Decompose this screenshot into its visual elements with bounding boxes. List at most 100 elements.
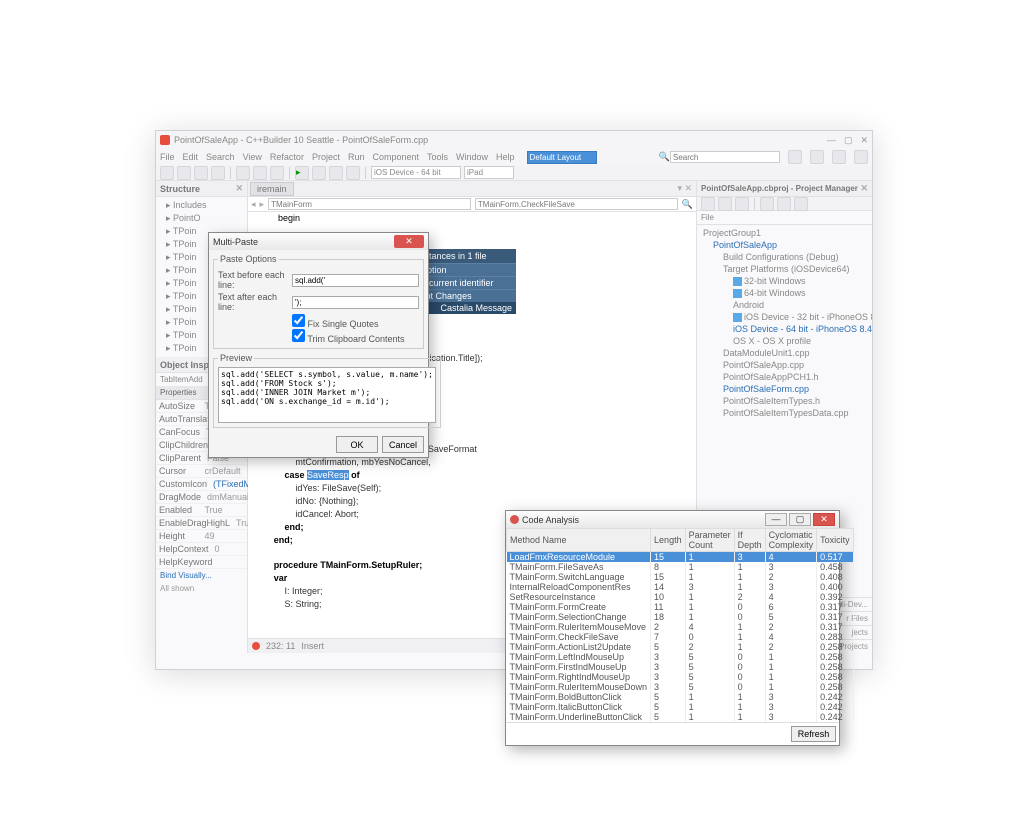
project-node[interactable]: 64-bit Windows: [699, 287, 870, 299]
nav-fwd-icon[interactable]: ▸: [260, 199, 265, 210]
menu-tools[interactable]: Tools: [427, 152, 448, 162]
ca-col-header[interactable]: Method Name: [507, 529, 651, 552]
pm-tb[interactable]: [794, 197, 808, 211]
menu-search[interactable]: Search: [206, 152, 235, 162]
ca-row[interactable]: TMainForm.FormCreate111060.317: [507, 602, 854, 612]
ca-col-header[interactable]: Cyclomatic Complexity: [765, 529, 817, 552]
project-node[interactable]: PointOfSaleItemTypes.h: [699, 395, 870, 407]
mp-cancel-button[interactable]: Cancel: [382, 436, 424, 453]
project-node[interactable]: DataModuleUnit1.cpp: [699, 347, 870, 359]
ca-min-button[interactable]: —: [765, 513, 787, 526]
ca-row[interactable]: TMainForm.BoldButtonClick51130.242: [507, 692, 854, 702]
ca-refresh-button[interactable]: Refresh: [791, 726, 836, 742]
mp-ok-button[interactable]: OK: [336, 436, 378, 453]
tb-btn[interactable]: [253, 166, 267, 180]
panel-close-icon[interactable]: ✕: [235, 183, 243, 194]
tb-btn[interactable]: [160, 166, 174, 180]
code-fold-begin[interactable]: begin: [278, 213, 300, 223]
project-node[interactable]: PointOfSaleAppPCH1.h: [699, 371, 870, 383]
max-button[interactable]: ▢: [844, 135, 853, 146]
ca-close-button[interactable]: ✕: [813, 513, 835, 526]
mp-fixquotes-check[interactable]: [292, 314, 305, 327]
ca-row[interactable]: LoadFmxResourceModule151340.517: [507, 552, 854, 563]
ca-row[interactable]: TMainForm.RulerItemMouseDown35010.258: [507, 682, 854, 692]
ca-table[interactable]: Method NameLengthParameter CountIf Depth…: [506, 528, 854, 722]
layout-combo[interactable]: Default Layout: [527, 151, 597, 164]
structure-node[interactable]: ▸ Includes: [158, 199, 245, 212]
prop-row[interactable]: EnabledTrue: [156, 504, 247, 517]
tab-dropdown-icon[interactable]: ▾ ✕: [677, 183, 696, 194]
tb-btn[interactable]: [312, 166, 326, 180]
ca-row[interactable]: TMainForm.RulerItemMouseMove24120.317: [507, 622, 854, 632]
mp-trim-check[interactable]: [292, 329, 305, 342]
tb-btn[interactable]: [177, 166, 191, 180]
toolbar-icon[interactable]: [832, 150, 846, 164]
ca-row[interactable]: TMainForm.UnderlineButtonClick51130.242: [507, 712, 854, 722]
bind-visually-link[interactable]: Bind Visually...: [156, 569, 247, 582]
pm-tb[interactable]: [777, 197, 791, 211]
mp-before-input[interactable]: [292, 274, 419, 287]
menu-view[interactable]: View: [243, 152, 262, 162]
menu-edit[interactable]: Edit: [183, 152, 199, 162]
project-tree[interactable]: ProjectGroup1PointOfSaleAppBuild Configu…: [697, 225, 872, 421]
ca-row[interactable]: TMainForm.SwitchLanguage151120.408: [507, 572, 854, 582]
project-node[interactable]: 32-bit Windows: [699, 275, 870, 287]
ca-row[interactable]: TMainForm.LeftIndMouseUp35010.258: [507, 652, 854, 662]
project-node[interactable]: Android: [699, 299, 870, 311]
tb-btn[interactable]: [270, 166, 284, 180]
project-node[interactable]: OS X - OS X profile: [699, 335, 870, 347]
tb-btn[interactable]: [329, 166, 343, 180]
ca-max-button[interactable]: ▢: [789, 513, 811, 526]
mp-preview[interactable]: sql.add('SELECT s.symbol, s.value, m.nam…: [218, 367, 436, 423]
nav-class[interactable]: TMainForm: [268, 198, 471, 210]
project-node[interactable]: iOS Device - 64 bit - iPhoneOS 8.4: [699, 323, 870, 335]
pm-tb[interactable]: [760, 197, 774, 211]
tb-btn[interactable]: [211, 166, 225, 180]
menu-refactor[interactable]: Refactor: [270, 152, 304, 162]
mp-after-input[interactable]: [292, 296, 419, 309]
ca-col-header[interactable]: Toxicity: [817, 529, 854, 552]
structure-node[interactable]: ▸ PointO: [158, 212, 245, 225]
ca-row[interactable]: TMainForm.FileSaveAs81130.458: [507, 562, 854, 572]
prop-row[interactable]: EnableDragHighLTrue: [156, 517, 247, 530]
ca-col-header[interactable]: Parameter Count: [685, 529, 734, 552]
platform-combo[interactable]: iOS Device - 64 bit: [371, 166, 461, 179]
editor-tab[interactable]: iremain: [250, 182, 294, 196]
menu-help[interactable]: Help: [496, 152, 515, 162]
prop-row[interactable]: DragModedmManual: [156, 491, 247, 504]
project-node[interactable]: PointOfSaleApp: [699, 239, 870, 251]
toolbar-icon[interactable]: [854, 150, 868, 164]
project-node[interactable]: PointOfSaleItemTypesData.cpp: [699, 407, 870, 419]
pm-tb[interactable]: [718, 197, 732, 211]
prop-row[interactable]: CustomIcon(TFixedMultiResBitmap): [156, 478, 247, 491]
ca-col-header[interactable]: If Depth: [734, 529, 765, 552]
ca-row[interactable]: TMainForm.RightIndMouseUp35010.258: [507, 672, 854, 682]
nav-method[interactable]: TMainForm.CheckFileSave: [475, 198, 678, 210]
prop-row[interactable]: HelpContext0: [156, 543, 247, 556]
device-combo[interactable]: iPad: [464, 166, 514, 179]
close-button[interactable]: ✕: [860, 135, 868, 146]
tb-btn[interactable]: [346, 166, 360, 180]
menu-component[interactable]: Component: [372, 152, 419, 162]
toolbar-icon[interactable]: [788, 150, 802, 164]
nav-back-icon[interactable]: ◂: [251, 199, 256, 210]
ca-row[interactable]: TMainForm.SelectionChange181050.317: [507, 612, 854, 622]
pm-tb[interactable]: [701, 197, 715, 211]
prop-row[interactable]: HelpKeyword: [156, 556, 247, 569]
ca-row[interactable]: TMainForm.ItalicButtonClick51130.242: [507, 702, 854, 712]
pm-tb[interactable]: [735, 197, 749, 211]
min-button[interactable]: —: [827, 135, 836, 146]
project-node[interactable]: PointOfSaleApp.cpp: [699, 359, 870, 371]
project-node[interactable]: PointOfSaleForm.cpp: [699, 383, 870, 395]
menu-window[interactable]: Window: [456, 152, 488, 162]
menu-project[interactable]: Project: [312, 152, 340, 162]
tb-btn[interactable]: [236, 166, 250, 180]
ca-row[interactable]: TMainForm.FirstIndMouseUp35010.258: [507, 662, 854, 672]
project-node[interactable]: iOS Device - 32 bit - iPhoneOS 8.4: [699, 311, 870, 323]
prop-row[interactable]: CursorcrDefault: [156, 465, 247, 478]
ca-row[interactable]: InternalReloadComponentRes143130.400: [507, 582, 854, 592]
menu-file[interactable]: File: [160, 152, 175, 162]
menu-run[interactable]: Run: [348, 152, 365, 162]
toolbar-icon[interactable]: [810, 150, 824, 164]
ca-col-header[interactable]: Length: [651, 529, 686, 552]
